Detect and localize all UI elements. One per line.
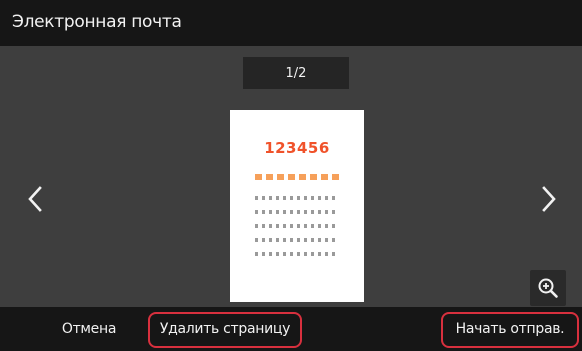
zoom-in-icon (538, 278, 558, 298)
zoom-button[interactable] (530, 270, 566, 306)
chevron-right-icon (542, 186, 556, 212)
page-number-text: 123456 (264, 139, 330, 157)
cancel-button[interactable]: Отмена (34, 307, 144, 351)
title-bar: Электронная почта (0, 0, 582, 46)
page-indicator: 1/2 (243, 57, 349, 89)
screen-title: Электронная почта (12, 12, 182, 32)
previous-page-button[interactable] (28, 186, 42, 212)
text-line (255, 196, 339, 200)
delete-button-highlight (148, 312, 302, 348)
dots-line (255, 174, 339, 180)
screen: Электронная почта 1/2 123456 Отмена Удал… (0, 0, 582, 351)
text-line (255, 224, 339, 228)
page-thumbnail: 123456 (230, 110, 364, 302)
text-line (255, 252, 339, 256)
send-button-highlight (441, 312, 579, 348)
chevron-left-icon (28, 186, 42, 212)
preview-area: 1/2 123456 (0, 46, 582, 307)
text-line (255, 210, 339, 214)
text-line (255, 238, 339, 242)
next-page-button[interactable] (542, 186, 556, 212)
